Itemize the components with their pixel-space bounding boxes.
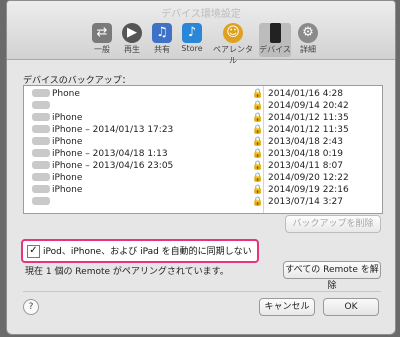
device-name: iPhone: [52, 173, 83, 183]
play-icon: ▶: [122, 23, 142, 43]
backup-date: 2013/04/18 2:43: [268, 137, 343, 147]
device-name: iPhone: [52, 137, 83, 147]
lock-icon: 🔒: [252, 113, 264, 123]
table-row[interactable]: iPhone 🔒 2014/09/19 22:16: [24, 184, 382, 196]
sync-checkbox-highlight: ✓ iPod、iPhone、および iPad を自動的に同期しない: [21, 239, 259, 263]
table-row[interactable]: Phone 🔒 2014/01/16 4:28: [24, 88, 382, 100]
no-auto-sync-checkbox[interactable]: ✓: [27, 245, 40, 258]
lock-icon: 🔒: [252, 149, 264, 159]
backup-date: 2013/04/11 8:07: [268, 161, 343, 171]
lock-icon: 🔒: [252, 89, 264, 99]
table-row[interactable]: iPhone 🔒 2014/01/12 11:35: [24, 112, 382, 124]
tab-label: 一般: [94, 45, 110, 54]
tab-devices[interactable]: デバイス: [259, 23, 291, 57]
lock-icon: 🔒: [252, 185, 264, 195]
lock-icon: 🔒: [252, 101, 264, 111]
table-row[interactable]: iPhone – 2013/04/16 23:05 🔒 2013/04/11 8…: [24, 160, 382, 172]
tab-playback[interactable]: ▶ 再生: [119, 23, 145, 55]
device-name: iPhone – 2014/01/13 17:23: [52, 125, 174, 135]
lock-icon: 🔒: [252, 137, 264, 147]
tab-label: 再生: [124, 45, 140, 54]
window-title: デバイス環境設定: [161, 9, 241, 20]
gear-icon: ⚙: [298, 23, 318, 43]
lock-icon: 🔒: [252, 161, 264, 171]
table-row[interactable]: 🔒 2014/09/14 20:42: [24, 100, 382, 112]
redacted-device-name: [32, 161, 50, 169]
delete-backup-button[interactable]: バックアップを削除: [285, 215, 381, 233]
backup-date: 2013/04/18 0:19: [268, 149, 343, 159]
tab-general[interactable]: ⇄ 一般: [89, 23, 115, 55]
titlebar: デバイス環境設定 ⇄ 一般 ▶ 再生 ♫ 共有 ♪ Store ☺ ペアレンタル: [7, 1, 395, 65]
ok-button[interactable]: OK: [323, 298, 379, 316]
tab-sharing[interactable]: ♫ 共有: [149, 23, 175, 55]
device-name: iPhone – 2013/04/16 23:05: [52, 161, 174, 171]
backup-date: 2013/07/14 3:27: [268, 197, 343, 207]
tab-label: ペアレンタル: [213, 45, 253, 65]
backup-date: 2014/09/14 20:42: [268, 101, 349, 111]
no-auto-sync-label: iPod、iPhone、および iPad を自動的に同期しない: [43, 247, 252, 257]
footer-divider: [23, 291, 381, 292]
lock-icon: 🔒: [252, 173, 264, 183]
table-row[interactable]: iPhone 🔒 2013/04/18 2:43: [24, 136, 382, 148]
backups-table[interactable]: Phone 🔒 2014/01/16 4:28 🔒 2014/09/14 20:…: [23, 85, 383, 214]
device-name: iPhone: [52, 113, 83, 123]
device-preferences-window: デバイス環境設定 ⇄ 一般 ▶ 再生 ♫ 共有 ♪ Store ☺ ペアレンタル: [6, 0, 396, 335]
cancel-button[interactable]: キャンセル: [259, 298, 315, 316]
table-row[interactable]: 🔒 2013/07/14 3:27: [24, 196, 382, 208]
switch-icon: ⇄: [92, 23, 112, 43]
tab-label: Store: [181, 44, 203, 53]
share-icon: ♫: [152, 23, 172, 43]
redacted-device-name: [32, 137, 50, 145]
person-icon: ☺: [223, 23, 243, 43]
lock-icon: 🔒: [252, 197, 264, 207]
redacted-device-name: [32, 173, 50, 181]
backup-date: 2014/09/19 22:16: [268, 185, 349, 195]
redacted-device-name: [32, 197, 50, 205]
lock-icon: 🔒: [252, 125, 264, 135]
redacted-device-name: [32, 185, 50, 193]
iphone-icon: [269, 23, 281, 43]
tab-store[interactable]: ♪ Store: [179, 23, 205, 53]
redacted-device-name: [32, 149, 50, 157]
tab-advanced[interactable]: ⚙ 詳細: [295, 23, 321, 55]
unpair-remotes-button[interactable]: すべての Remote を解除: [283, 261, 381, 291]
device-name: iPhone – 2013/04/18 1:13: [52, 149, 168, 159]
redacted-device-name: [32, 113, 50, 121]
redacted-device-name: [32, 125, 50, 133]
redacted-device-name: [32, 89, 50, 97]
backup-date: 2014/01/16 4:28: [268, 89, 343, 99]
tab-label: デバイス: [259, 45, 291, 54]
table-row[interactable]: iPhone – 2013/04/18 1:13 🔒 2013/04/18 0:…: [24, 148, 382, 160]
backup-date: 2014/01/12 11:35: [268, 125, 349, 135]
device-name: Phone: [52, 89, 80, 99]
redacted-device-name: [32, 101, 50, 109]
table-row[interactable]: iPhone – 2014/01/13 17:23 🔒 2014/01/12 1…: [24, 124, 382, 136]
store-icon: ♪: [182, 23, 202, 43]
backup-date: 2014/01/12 11:35: [268, 113, 349, 123]
table-row[interactable]: iPhone 🔒 2014/09/20 12:22: [24, 172, 382, 184]
help-button[interactable]: ?: [23, 299, 39, 315]
remote-status: 現在 1 個の Remote がペアリングされています。: [25, 267, 229, 277]
backup-date: 2014/09/20 12:22: [268, 173, 349, 183]
device-name: iPhone: [52, 185, 83, 195]
tab-label: 詳細: [300, 45, 316, 54]
tab-parental[interactable]: ☺ ペアレンタル: [211, 23, 255, 66]
tab-label: 共有: [154, 45, 170, 54]
